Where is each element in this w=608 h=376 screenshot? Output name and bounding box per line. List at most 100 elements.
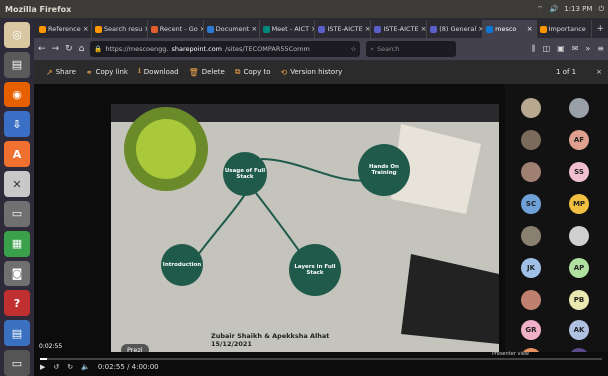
slide-authors: Zubair Shaikh & Apekksha Alhat 15/12/202… bbox=[211, 332, 329, 349]
forward-icon[interactable]: → bbox=[52, 44, 60, 54]
participant-tile[interactable] bbox=[507, 226, 555, 246]
cup-graphic bbox=[136, 119, 196, 179]
tab-reference[interactable]: Reference × bbox=[36, 20, 92, 38]
volume-icon[interactable]: 🔈 bbox=[81, 363, 90, 371]
participant-tile[interactable]: SC bbox=[507, 194, 555, 214]
tab-label: Importance bbox=[548, 25, 586, 33]
app-icon[interactable]: ⇩ bbox=[4, 111, 30, 138]
back-icon[interactable]: ← bbox=[38, 44, 46, 54]
close-icon[interactable]: × bbox=[527, 25, 533, 33]
history-icon: ⟲ bbox=[280, 67, 288, 77]
home-icon[interactable]: ⌂ bbox=[79, 44, 85, 54]
search-placeholder: Search bbox=[377, 45, 400, 53]
participant-tile[interactable] bbox=[507, 290, 555, 310]
node-layers-full-stack[interactable]: Layers in Full Stack bbox=[289, 244, 341, 296]
copy-to-button[interactable]: ⧉ Copy to bbox=[235, 67, 271, 77]
participant-tile[interactable]: AF bbox=[555, 130, 603, 150]
participant-tile[interactable]: MP bbox=[555, 194, 603, 214]
menu-icon[interactable]: ≡ bbox=[597, 44, 604, 54]
camera-icon[interactable]: ◙ bbox=[4, 260, 30, 287]
clock[interactable]: 1:13 PM bbox=[564, 5, 592, 13]
tab-label: ISTE-AICTE bbox=[327, 25, 363, 33]
seek-bar[interactable] bbox=[40, 358, 602, 360]
rewind-icon[interactable]: ↺ bbox=[53, 363, 59, 371]
participant-tile[interactable] bbox=[555, 98, 603, 118]
close-icon[interactable]: × bbox=[251, 25, 257, 33]
share-button[interactable]: ↗ Share bbox=[46, 68, 76, 77]
tab-recent[interactable]: Recent - Go× bbox=[148, 20, 204, 38]
tab-general[interactable]: (8) General× bbox=[427, 20, 484, 38]
ubuntu-logo-icon[interactable]: ◎ bbox=[4, 22, 30, 48]
search-input[interactable]: ⌕ Search bbox=[366, 41, 457, 57]
tab-search[interactable]: Search resu× bbox=[92, 20, 148, 38]
overflow-icon[interactable]: » bbox=[585, 44, 590, 54]
avatar: MP bbox=[569, 194, 589, 214]
tab-label: Search resu bbox=[103, 25, 143, 33]
help-icon[interactable]: ? bbox=[4, 290, 30, 317]
tools-icon[interactable]: ✕ bbox=[4, 171, 30, 197]
copy-link-button[interactable]: ⚭ Copy link bbox=[86, 68, 128, 77]
url-prefix: https://mescoengg. bbox=[105, 45, 169, 53]
node-usage-full-stack[interactable]: Usage of Full Stack bbox=[223, 152, 267, 196]
sidebar-icon[interactable]: ◫ bbox=[543, 44, 551, 54]
close-icon[interactable]: × bbox=[83, 25, 89, 33]
firefox-icon[interactable]: ◉ bbox=[4, 81, 30, 108]
wifi-icon[interactable]: ⌔ bbox=[537, 5, 544, 14]
presenter-view-label[interactable]: Presenter view bbox=[492, 351, 529, 357]
play-icon[interactable]: ▶ bbox=[40, 363, 45, 371]
node-introduction[interactable]: Introduction bbox=[161, 244, 203, 286]
node-hands-on-training[interactable]: Hands On Training bbox=[358, 144, 410, 196]
drive-icon[interactable]: ▭ bbox=[4, 200, 30, 227]
command-label: Download bbox=[143, 68, 179, 76]
participant-tile[interactable]: AP bbox=[555, 258, 603, 278]
bookmark-star-icon[interactable]: ☆ bbox=[351, 45, 357, 53]
tab-meet[interactable]: Meet - AICT× bbox=[260, 20, 316, 38]
command-label: Delete bbox=[201, 68, 225, 76]
close-icon[interactable]: × bbox=[421, 25, 427, 33]
spreadsheet-icon[interactable]: ▦ bbox=[4, 230, 30, 257]
extension-icon[interactable]: ✉ bbox=[572, 44, 579, 54]
participant-tile[interactable]: SS bbox=[555, 162, 603, 182]
trash-icon[interactable]: ▭ bbox=[4, 350, 30, 376]
volume-icon[interactable]: 🔊 bbox=[550, 5, 559, 13]
new-tab-icon[interactable]: + bbox=[592, 24, 608, 38]
download-button[interactable]: ⭳ Download bbox=[138, 65, 179, 79]
participant-tile[interactable] bbox=[507, 130, 555, 150]
window-title: Mozilla Firefox bbox=[5, 4, 72, 14]
forward-icon[interactable]: ↻ bbox=[67, 363, 73, 371]
participant-tile[interactable]: AK bbox=[555, 320, 603, 340]
participant-tile[interactable] bbox=[555, 226, 603, 246]
tab-label: Document bbox=[215, 25, 250, 33]
avatar: GR bbox=[521, 320, 541, 340]
reload-icon[interactable]: ↻ bbox=[65, 44, 73, 54]
link-icon: ⚭ bbox=[85, 67, 93, 77]
close-viewer-icon[interactable]: × bbox=[596, 68, 602, 76]
delete-button[interactable]: 🗑 Delete bbox=[189, 68, 225, 77]
avatar bbox=[569, 98, 589, 118]
tab-importance[interactable]: Importance bbox=[537, 20, 593, 38]
system-topbar: Mozilla Firefox ⌔ 🔊 1:13 PM ⏻ bbox=[0, 0, 608, 18]
tab-document[interactable]: Document × bbox=[204, 20, 260, 38]
screenshot-icon[interactable]: ▣ bbox=[557, 44, 565, 54]
url-bar[interactable]: 🔒 https://mescoengg. sharepoint.com/sites… bbox=[90, 41, 361, 57]
writer-icon[interactable]: ▤ bbox=[4, 320, 30, 347]
participant-tile[interactable]: PB bbox=[555, 290, 603, 310]
participant-tile[interactable]: GR bbox=[507, 320, 555, 340]
nav-toolbar: ← → ↻ ⌂ 🔒 https://mescoengg. sharepoint.c… bbox=[34, 38, 608, 60]
participant-tile[interactable] bbox=[507, 98, 555, 118]
power-icon[interactable]: ⏻ bbox=[598, 5, 604, 14]
version-history-button[interactable]: ⟲ Version history bbox=[280, 68, 342, 77]
participant-tile[interactable] bbox=[507, 162, 555, 182]
lock-icon: 🔒 bbox=[94, 45, 103, 53]
tab-iste-2[interactable]: ISTE-AICTE × bbox=[371, 20, 428, 38]
tab-mesco-active[interactable]: mesco × bbox=[483, 20, 537, 38]
close-icon[interactable]: × bbox=[365, 25, 371, 33]
files-icon[interactable]: ▤ bbox=[4, 51, 30, 78]
tab-favicon bbox=[262, 25, 270, 33]
avatar bbox=[521, 290, 541, 310]
presentation-slide[interactable]: Usage of Full Stack Hands On Training In… bbox=[111, 104, 499, 364]
library-icon[interactable]: ⫼ bbox=[532, 44, 536, 54]
software-center-icon[interactable]: A bbox=[4, 141, 30, 168]
participant-tile[interactable]: JK bbox=[507, 258, 555, 278]
tab-iste-1[interactable]: ISTE-AICTE × bbox=[315, 20, 372, 38]
